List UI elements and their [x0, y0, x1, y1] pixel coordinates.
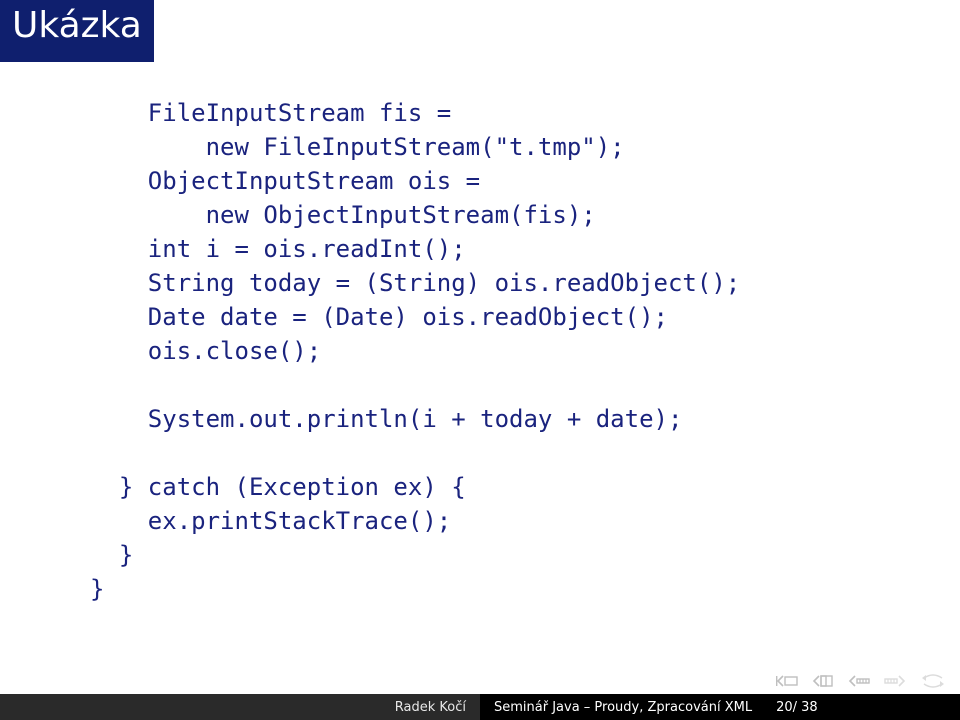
nav-section-prev-icon[interactable] [848, 675, 870, 687]
footer-page-number: 20/ 38 [776, 700, 818, 715]
nav-section-next-icon[interactable] [884, 675, 906, 687]
code-block: FileInputStream fis = new FileInputStrea… [90, 96, 920, 606]
nav-first-icon[interactable] [776, 675, 798, 687]
slide-content: FileInputStream fis = new FileInputStrea… [90, 96, 920, 606]
footer-author: Radek Kočí [0, 694, 480, 720]
footer-talk: Seminář Java – Proudy, Zpracování XML 20… [480, 694, 960, 720]
nav-back-forward-icon[interactable] [920, 674, 946, 688]
slide: Ukázka FileInputStream fis = new FileInp… [0, 0, 960, 720]
nav-prev-icon[interactable] [812, 675, 834, 687]
nav-icons [776, 670, 946, 692]
footer: Radek Kočí Seminář Java – Proudy, Zpraco… [0, 694, 960, 720]
slide-title: Ukázka [0, 0, 154, 62]
footer-talk-title: Seminář Java – Proudy, Zpracování XML [494, 700, 752, 715]
